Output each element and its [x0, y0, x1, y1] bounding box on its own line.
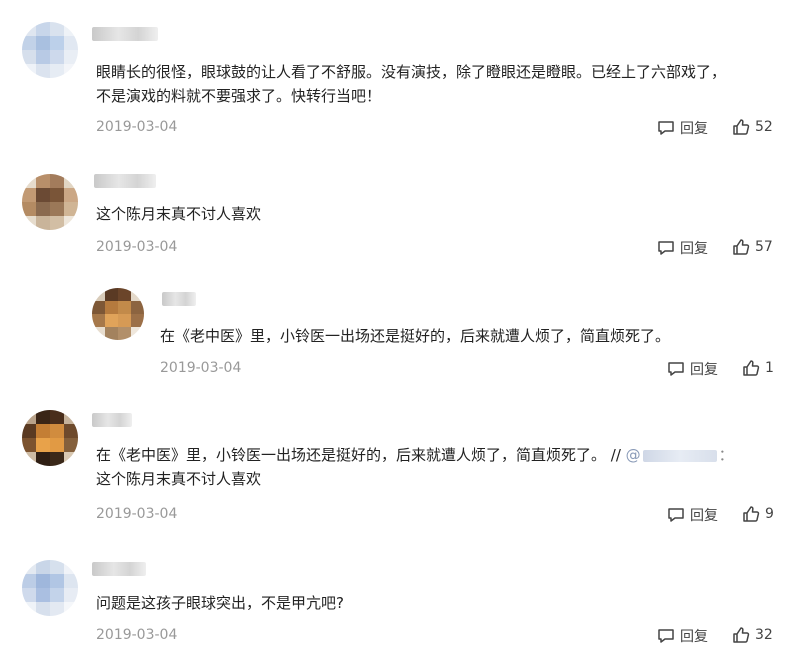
reply-button[interactable]: 回复	[657, 626, 708, 646]
avatar[interactable]	[22, 174, 78, 230]
comment-text: 这个陈月末真不讨人喜欢	[96, 205, 262, 223]
comment-text: 眼睛长的很怪，眼球鼓的让人看了不舒服。没有演技，除了瞪眼还是瞪眼。已经上了六部戏…	[96, 63, 727, 81]
comment-text: 这个陈月末真不讨人喜欢	[96, 470, 262, 488]
like-button[interactable]: 57	[732, 238, 773, 256]
like-button[interactable]: 32	[732, 626, 773, 644]
reply-button[interactable]: 回复	[667, 505, 718, 525]
like-count: 1	[765, 360, 774, 376]
mention-at: @	[625, 446, 641, 464]
reply-button[interactable]: 回复	[657, 118, 708, 138]
comment-date: 2019-03-04	[96, 627, 178, 643]
comment-text: 不是演戏的料就不要强求了。快转行当吧！	[96, 87, 382, 105]
like-count: 9	[765, 506, 774, 522]
comment-bubble-icon	[667, 360, 685, 378]
reply-label: 回复	[680, 121, 708, 137]
comment-date: 2019-03-04	[96, 239, 178, 255]
like-count: 57	[755, 239, 773, 255]
comment-text: 在《老中医》里，小铃医一出场还是挺好的，后来就遭人烦了，简直烦死了。 // @ ：	[96, 443, 734, 467]
comment-bubble-icon	[667, 506, 685, 524]
comment-date: 2019-03-04	[96, 119, 178, 135]
reply-label: 回复	[690, 508, 718, 524]
username-blurred[interactable]	[92, 413, 132, 427]
comment-bubble-icon	[657, 119, 675, 137]
like-count: 52	[755, 119, 773, 135]
username-blurred[interactable]	[162, 292, 196, 306]
thumbs-up-icon	[732, 238, 750, 256]
thumbs-up-icon	[742, 359, 760, 377]
avatar[interactable]	[22, 22, 78, 78]
comment-date: 2019-03-04	[96, 506, 178, 522]
comment-date: 2019-03-04	[160, 360, 242, 376]
avatar[interactable]	[92, 288, 144, 340]
username-blurred[interactable]	[94, 174, 156, 188]
comment-bubble-icon	[657, 239, 675, 257]
like-button[interactable]: 52	[732, 118, 773, 136]
avatar[interactable]	[22, 560, 78, 616]
mention-link[interactable]: @	[626, 446, 719, 464]
reply-label: 回复	[680, 629, 708, 645]
thumbs-up-icon	[732, 118, 750, 136]
thumbs-up-icon	[742, 505, 760, 523]
reply-button[interactable]: 回复	[657, 238, 708, 258]
comment-text: 在《老中医》里，小铃医一出场还是挺好的，后来就遭人烦了，简直烦死了。	[160, 327, 671, 345]
comment-bubble-icon	[657, 627, 675, 645]
comment-text: 问题是这孩子眼球突出，不是甲亢吧?	[96, 594, 344, 612]
reply-label: 回复	[680, 241, 708, 257]
reply-label: 回复	[690, 362, 718, 378]
comment-text-line: 在《老中医》里，小铃医一出场还是挺好的，后来就遭人烦了，简直烦死了。 //	[96, 446, 621, 464]
reply-button[interactable]: 回复	[667, 359, 718, 379]
mention-username-blurred	[642, 449, 717, 462]
username-blurred[interactable]	[92, 562, 146, 576]
like-button[interactable]: 1	[742, 359, 774, 377]
like-button[interactable]: 9	[742, 505, 774, 523]
thumbs-up-icon	[732, 626, 750, 644]
username-blurred[interactable]	[92, 27, 158, 41]
mention-colon: ：	[718, 446, 734, 464]
avatar[interactable]	[22, 410, 78, 466]
like-count: 32	[755, 627, 773, 643]
